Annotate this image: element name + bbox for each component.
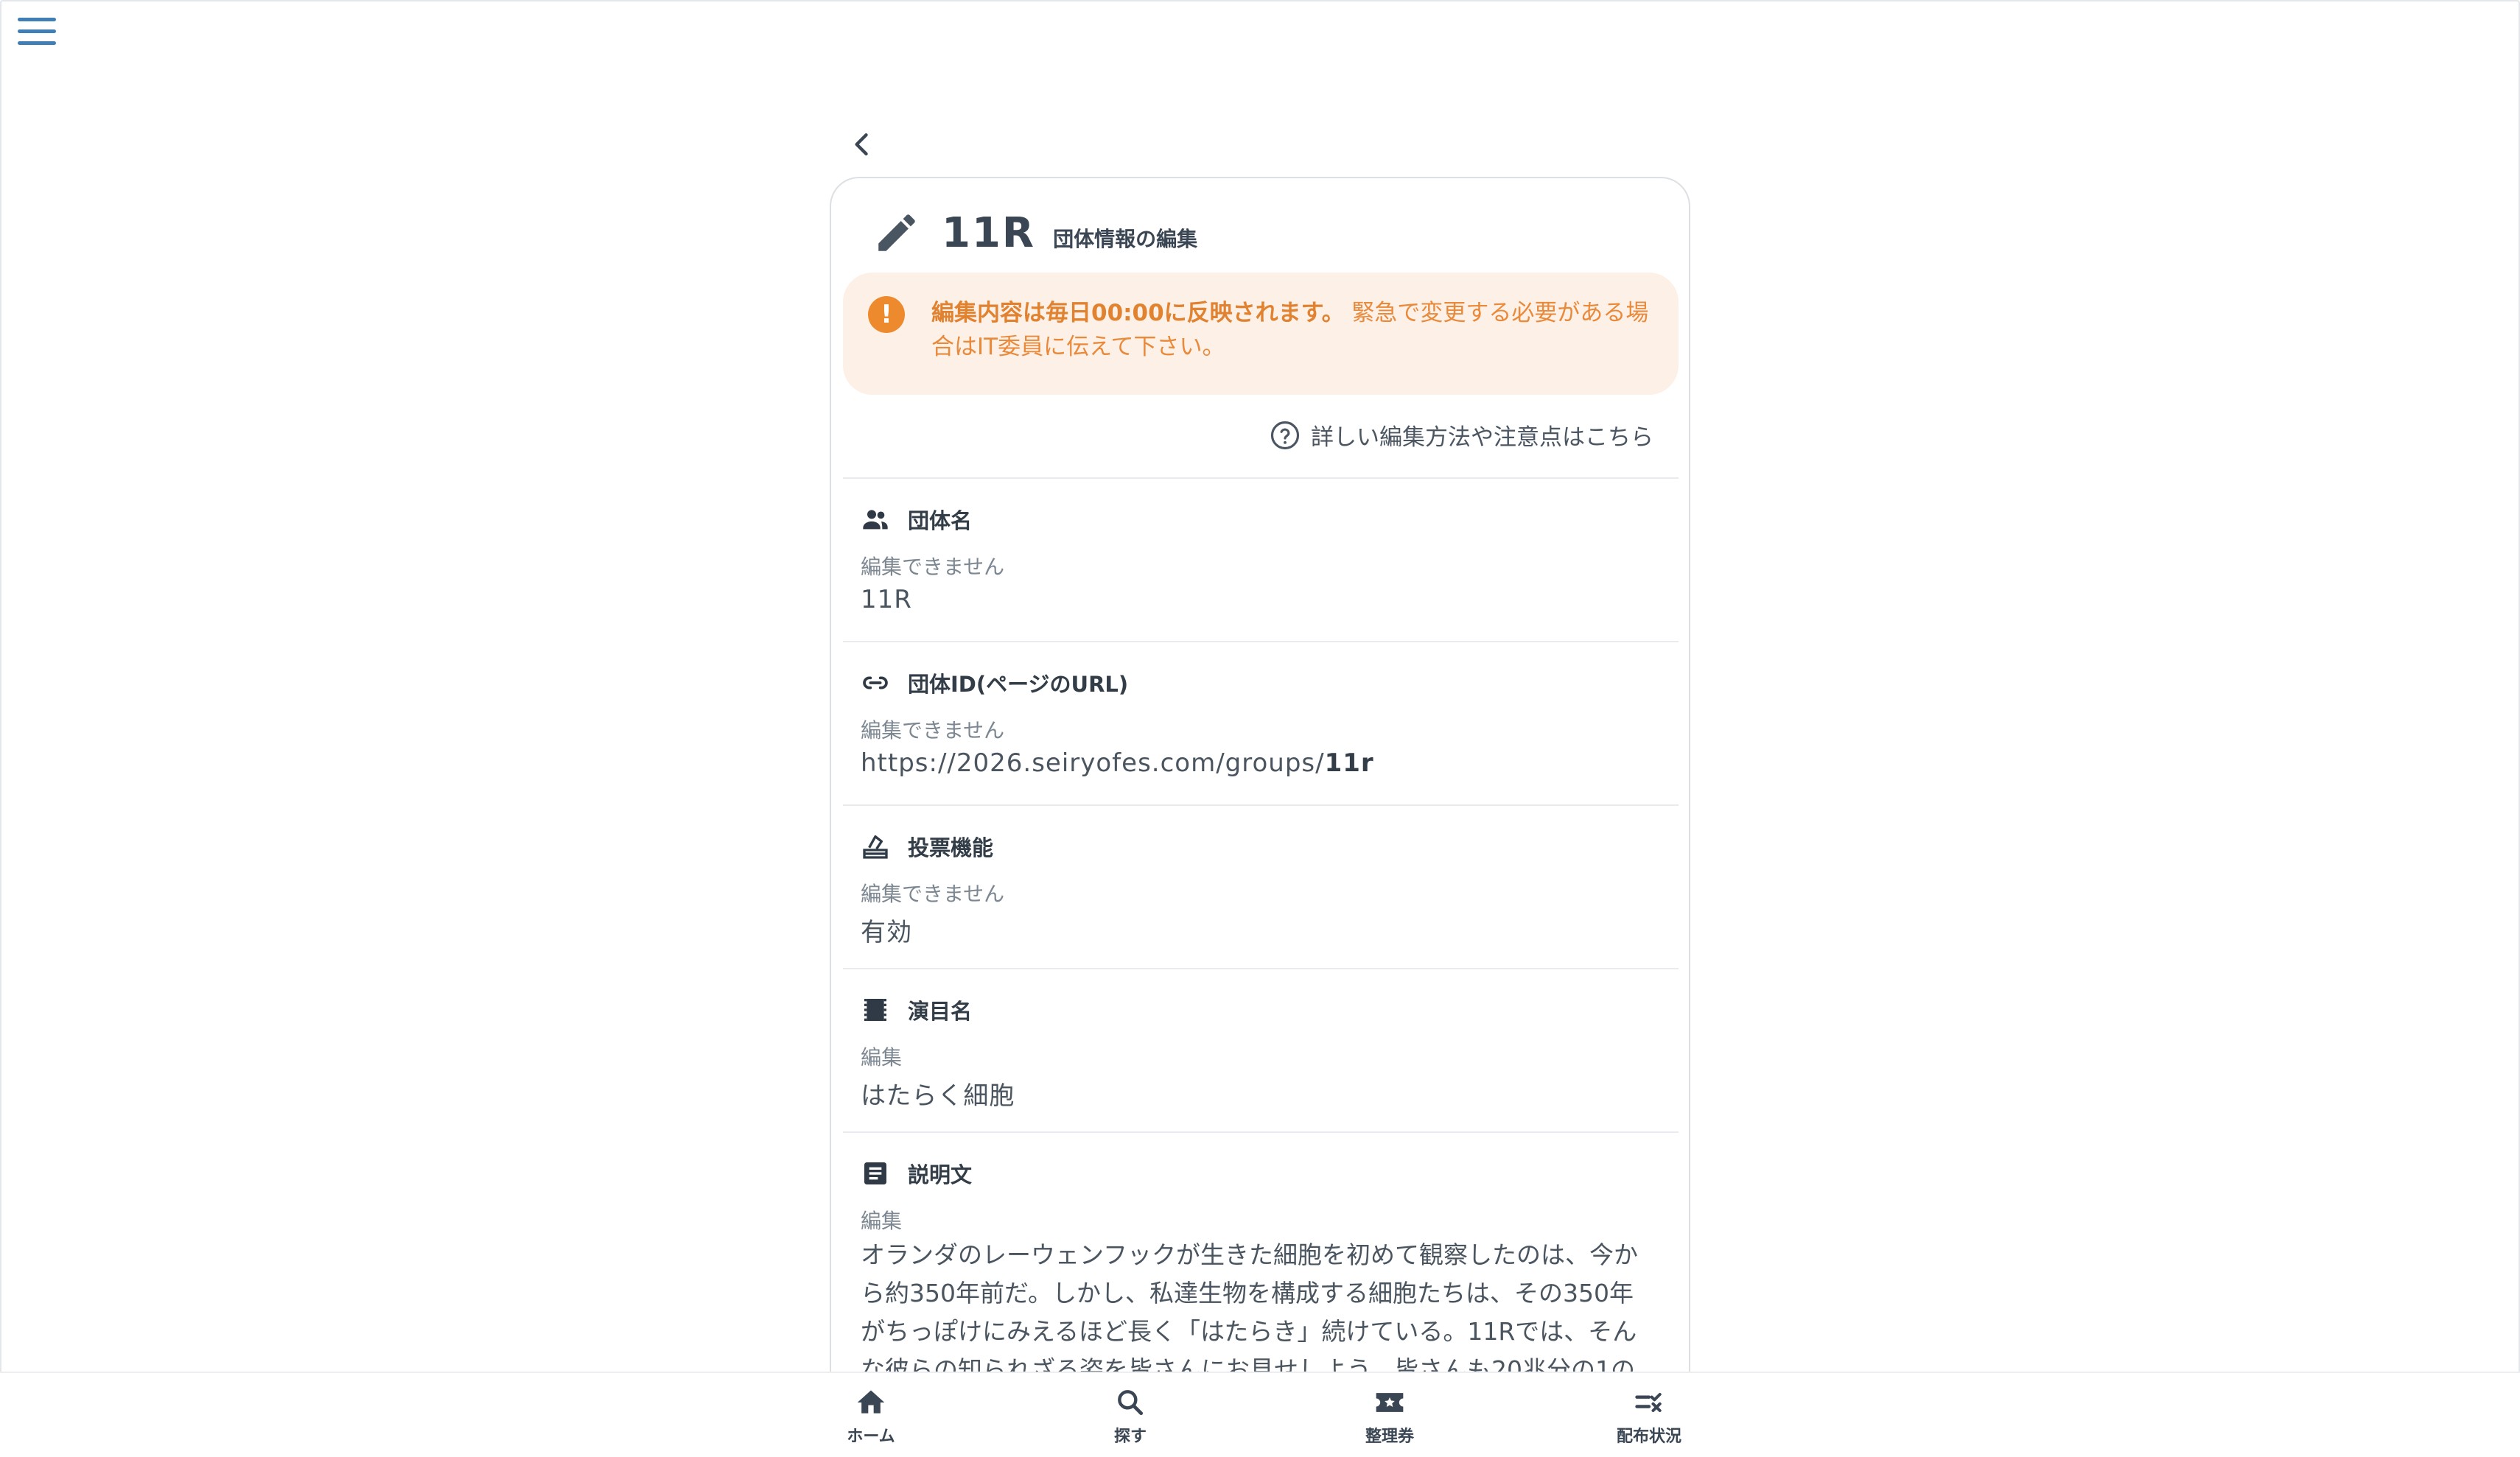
card-header: 11R 団体情報の編集 (872, 203, 1197, 262)
group-id-slug: 11r (1324, 748, 1374, 778)
section-voting: 投票機能 編集できません 有効 (843, 804, 1679, 968)
bottom-navigation: ホーム 探す 整理券 配布状況 (0, 1372, 2520, 1457)
link-icon (863, 676, 888, 689)
back-button[interactable] (846, 127, 878, 162)
section-hint: 編集 (861, 1045, 903, 1070)
nav-home[interactable]: ホーム (827, 1386, 915, 1447)
section-group-id: 団体ID(ページのURL) 編集できません https://2026.seiry… (843, 641, 1679, 804)
help-link-label: 詳しい編集方法や注意点はこちら (1311, 424, 1653, 451)
group-id-value: https://2026.seiryofes.com/groups/11r (861, 748, 1374, 778)
nav-label: ホーム (847, 1428, 895, 1446)
article-icon (864, 1162, 886, 1184)
group-icon (863, 510, 888, 530)
search-icon (1118, 1390, 1144, 1416)
section-label-row: 説明文 (861, 1158, 972, 1189)
section-label: 団体ID(ページのURL) (908, 672, 1129, 697)
nav-search[interactable]: 探す (1086, 1386, 1175, 1447)
edit-card: 11R 団体情報の編集 ! 編集内容は毎日00:00に反映されます。 緊急で変更… (830, 177, 1690, 1457)
chevron-left-icon (855, 133, 868, 156)
nav-tickets[interactable]: 整理券 (1345, 1386, 1434, 1447)
hamburger-menu-icon[interactable] (18, 18, 56, 53)
section-label-row: 団体ID(ページのURL) (861, 667, 1128, 698)
section-label-row: 団体名 (861, 504, 972, 535)
notice-text: 編集内容は毎日00:00に反映されます。 緊急で変更する必要がある場合はIT委員… (931, 296, 1652, 364)
help-circle-icon (1270, 421, 1300, 449)
notice-bold-text: 編集内容は毎日00:00に反映されます。 (931, 300, 1345, 326)
exclamation-icon: ! (868, 296, 905, 333)
section-label: 団体名 (908, 508, 973, 533)
group-name-value: 11R (861, 585, 912, 614)
voting-value: 有効 (861, 918, 912, 947)
checklist-icon (1635, 1392, 1662, 1413)
section-label-row: 投票機能 (861, 831, 993, 862)
group-url-prefix: https://2026.seiryofes.com/groups/ (861, 748, 1325, 778)
nav-label: 配布状況 (1616, 1428, 1681, 1446)
section-group-name: 団体名 編集できません 11R (843, 477, 1679, 641)
help-link[interactable]: 詳しい編集方法や注意点はこちら (1270, 418, 1653, 452)
nav-label: 整理券 (1365, 1428, 1414, 1446)
section-hint: 編集できません (861, 718, 1005, 742)
movie-icon (864, 999, 886, 1021)
performance-title-value[interactable]: はたらく細胞 (861, 1075, 1015, 1112)
section-label: 演目名 (908, 999, 973, 1024)
page-subtitle: 団体情報の編集 (1053, 227, 1198, 251)
section-hint: 編集できません (861, 555, 1005, 579)
section-label: 投票機能 (908, 835, 994, 860)
section-label-row: 演目名 (861, 994, 972, 1025)
section-label: 説明文 (908, 1162, 973, 1187)
section-hint: 編集 (861, 1209, 903, 1233)
pencil-icon (878, 214, 915, 251)
nav-label: 探す (1113, 1428, 1147, 1446)
vote-icon (863, 835, 888, 859)
home-icon (857, 1390, 885, 1414)
warning-notice: ! 編集内容は毎日00:00に反映されます。 緊急で変更する必要がある場合はIT… (843, 273, 1679, 395)
nav-distribution-status[interactable]: 配布状況 (1605, 1386, 1693, 1447)
section-hint: 編集できません (861, 882, 1005, 906)
ticket-icon (1376, 1393, 1404, 1412)
page-title: 11R (942, 208, 1036, 257)
section-performance-title[interactable]: 演目名 編集 はたらく細胞 (843, 968, 1679, 1131)
description-value[interactable]: オランダのレーウェンフックが生きた細胞を初めて観察したのは、今から約350年前だ… (861, 1236, 1642, 1389)
